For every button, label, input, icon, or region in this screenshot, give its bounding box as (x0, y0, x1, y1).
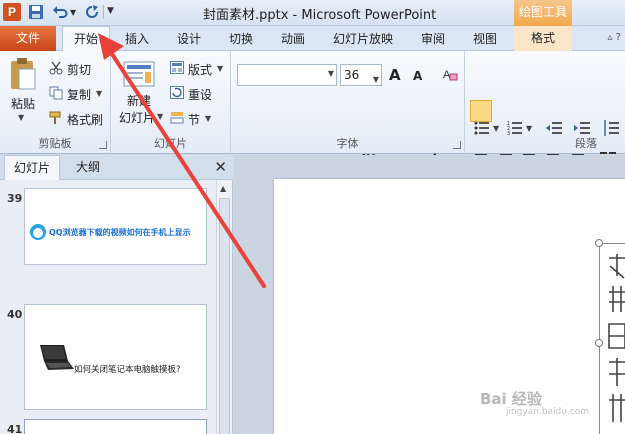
reset-button[interactable]: 重设 (188, 86, 212, 103)
window-title: 封面素材.pptx - Microsoft PowerPoint (203, 8, 437, 23)
panel-tabs: 幻灯片 大纲 ✕ (0, 155, 233, 180)
save-icon[interactable] (28, 4, 44, 20)
new-slide-dropdown-icon[interactable]: ▼ (157, 112, 163, 121)
scrollbar-thumb[interactable] (219, 198, 230, 434)
tab-format[interactable]: 格式 (514, 26, 572, 51)
slide-title: QQ浏览器下载的视频如何在手机上显示 (49, 228, 191, 237)
section-icon[interactable] (170, 111, 184, 124)
copy-button[interactable]: 复制 (67, 86, 91, 103)
ribbon-home: 粘贴 ▼ 剪切 复制 ▼ 格式刷 剪贴板 新建 幻灯片 ▼ 版式 ▼ 重设 节 … (0, 51, 625, 171)
font-group-label: 字体 (336, 137, 359, 150)
slides-group: 新建 幻灯片 ▼ 版式 ▼ 重设 节 ▼ 幻灯片 (111, 51, 231, 154)
copy-icon[interactable] (49, 86, 63, 100)
clipboard-group-label: 剪贴板 (38, 137, 72, 150)
font-size-value: 36 (344, 68, 360, 82)
tab-view[interactable]: 视图 (473, 30, 497, 47)
slide-title: 如何关闭笔记本电脑触摸板? (74, 365, 181, 375)
align-left-button[interactable] (470, 100, 492, 122)
resize-handle[interactable] (595, 339, 603, 347)
minimize-ribbon-icon[interactable]: ▵ ? (607, 32, 621, 43)
slides-panel: 幻灯片 大纲 ✕ 39 QQ浏览器下载的视频如何在手机上显示 40 如何关闭笔记… (0, 155, 233, 434)
tab-animations[interactable]: 动画 (281, 30, 305, 47)
shrink-font-button[interactable]: A (413, 69, 422, 83)
watermark-text: Bai 经验 (480, 390, 542, 408)
tab-file[interactable]: 文件 (0, 26, 56, 51)
redo-icon[interactable] (84, 4, 100, 20)
layout-dropdown-icon[interactable]: ▼ (217, 64, 223, 73)
numbering-dropdown-icon[interactable]: ▼ (526, 124, 532, 133)
vertical-text-glyphs (608, 254, 625, 422)
font-size-dropdown-icon[interactable]: ▼ (373, 70, 379, 90)
scroll-up-icon[interactable]: ▲ (220, 184, 226, 193)
svg-text:3: 3 (507, 131, 510, 135)
numbering-icon[interactable]: 1 2 3 (507, 121, 523, 135)
tab-slides-pane[interactable]: 幻灯片 (4, 155, 60, 180)
vertical-text-content (605, 252, 625, 434)
current-slide[interactable] (274, 179, 625, 434)
clear-formatting-icon[interactable]: A (442, 66, 458, 82)
paste-button[interactable]: 粘贴 (11, 95, 35, 112)
tab-outline-pane[interactable]: 大纲 (62, 155, 114, 180)
new-slide-icon[interactable] (123, 59, 157, 89)
paste-dropdown-icon[interactable]: ▼ (18, 113, 24, 122)
tab-insert[interactable]: 插入 (125, 30, 149, 47)
slides-group-label: 幻灯片 (154, 137, 187, 150)
layout-icon[interactable] (170, 61, 184, 74)
cut-button[interactable]: 剪切 (67, 61, 91, 78)
slide-number: 39 (7, 192, 23, 205)
decrease-indent-icon[interactable] (546, 121, 562, 135)
copy-dropdown-icon[interactable]: ▼ (96, 89, 102, 98)
title-bar: P ▼ ▼ 封面素材.pptx - Microsoft PowerPoint 绘… (0, 0, 625, 26)
browser-logo-icon (30, 224, 46, 240)
drawing-tools-context-label: 绘图工具 (514, 0, 572, 26)
tab-review[interactable]: 审阅 (421, 30, 445, 47)
powerpoint-app-icon[interactable]: P (3, 3, 21, 21)
reset-icon[interactable] (170, 86, 184, 99)
format-painter-button[interactable]: 格式刷 (67, 111, 103, 128)
slides-scrollbar[interactable]: ▲ (216, 180, 232, 434)
quick-access-separator (103, 5, 104, 19)
section-button[interactable]: 节 (188, 111, 200, 128)
paragraph-group-label: 段落 (575, 137, 597, 150)
tab-slideshow[interactable]: 幻灯片放映 (333, 30, 393, 47)
increase-indent-icon[interactable] (574, 121, 590, 135)
clipboard-group: 粘贴 ▼ 剪切 复制 ▼ 格式刷 剪贴板 (0, 51, 111, 154)
font-name-input[interactable]: ▼ (237, 64, 337, 86)
slide-thumbnail[interactable] (24, 419, 207, 434)
line-spacing-icon[interactable] (602, 119, 620, 137)
clipboard-launcher-icon[interactable] (99, 141, 107, 149)
format-painter-icon[interactable] (49, 111, 63, 125)
slide-thumbnail[interactable]: 如何关闭笔记本电脑触摸板? (24, 304, 207, 410)
undo-dropdown-icon[interactable]: ▼ (70, 8, 76, 17)
slide-thumbnail[interactable]: QQ浏览器下载的视频如何在手机上显示 (24, 188, 207, 265)
tab-transitions[interactable]: 切换 (229, 30, 253, 47)
new-slide-button[interactable]: 新建 (127, 92, 151, 109)
scissors-icon[interactable] (49, 61, 63, 75)
slide-number: 41 (7, 423, 23, 434)
tab-design[interactable]: 设计 (177, 30, 201, 47)
bullets-icon[interactable] (474, 121, 490, 135)
slide-editing-area (234, 155, 625, 434)
layout-button[interactable]: 版式 (188, 61, 212, 78)
watermark-url: jingyan.baidu.com (506, 407, 590, 417)
grow-font-button[interactable]: A (389, 66, 401, 84)
font-size-input[interactable]: 36 ▼ (340, 64, 382, 86)
bullets-dropdown-icon[interactable]: ▼ (493, 124, 499, 133)
ribbon-tab-bar: 文件 开始 插入 设计 切换 动画 幻灯片放映 审阅 视图 格式 ▵ ? (0, 26, 625, 52)
font-name-dropdown-icon[interactable]: ▼ (328, 69, 334, 78)
undo-icon[interactable] (52, 4, 68, 20)
laptop-image (40, 345, 74, 370)
new-slide-button-label[interactable]: 幻灯片 (119, 109, 155, 126)
font-launcher-icon[interactable] (453, 141, 461, 149)
slide-number: 40 (7, 308, 23, 321)
paste-icon[interactable] (8, 57, 38, 93)
tab-home[interactable]: 开始 (62, 26, 110, 52)
customize-quick-access-icon[interactable]: ▼ (107, 6, 114, 16)
section-dropdown-icon[interactable]: ▼ (205, 114, 211, 123)
resize-handle[interactable] (595, 239, 603, 247)
close-icon[interactable]: ✕ (214, 158, 227, 176)
